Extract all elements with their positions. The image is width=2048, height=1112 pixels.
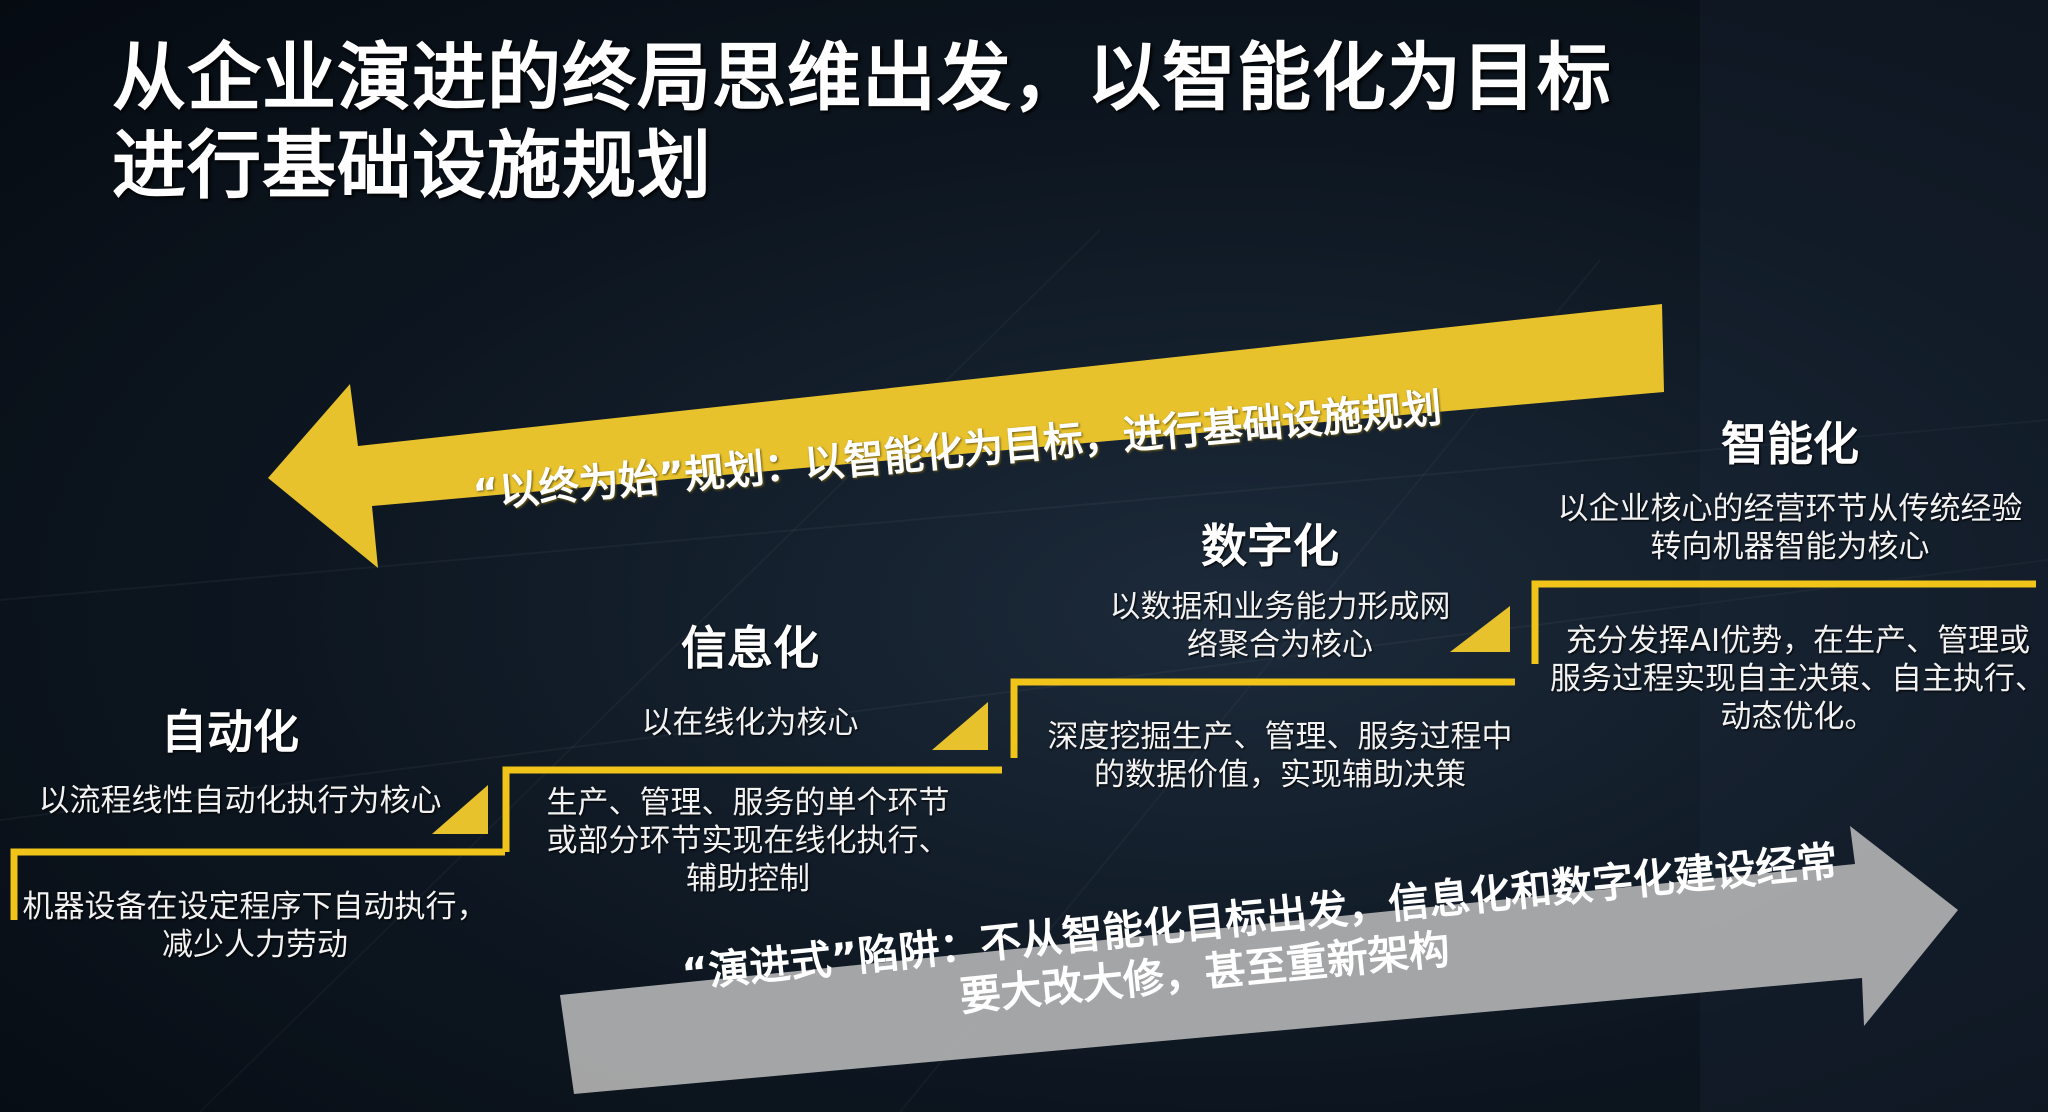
detail-line: 深度挖掘生产、管理、服务过程中	[1047, 719, 1513, 755]
detail-line: 动态优化。	[1720, 699, 1876, 735]
stage-core-intelligentization: 以企业核心的经营环节从传统经验 转向机器智能为核心	[1540, 490, 2040, 566]
stage-name-informatization: 信息化	[681, 621, 819, 675]
detail-line: 辅助控制	[686, 861, 810, 897]
core-line: 转向机器智能为核心	[1650, 529, 1930, 565]
stage-detail-automation: 机器设备在设定程序下自动执行， 减少人力劳动	[20, 888, 490, 964]
stage-core-informatization: 以在线化为核心	[641, 705, 859, 741]
stage-detail-intelligentization: 充分发挥AI优势，在生产、管理或 服务过程实现自主决策、自主执行、 动态优化。	[1548, 622, 2048, 736]
detail-line: 充分发挥AI优势，在生产、管理或	[1565, 623, 2031, 659]
stage-detail-digitalization: 深度挖掘生产、管理、服务过程中 的数据价值，实现辅助决策	[1030, 718, 1530, 794]
stage-core-automation: 以流程线性自动化执行为核心	[38, 783, 442, 819]
detail-line: 的数据价值，实现辅助决策	[1094, 757, 1466, 793]
detail-line: 或部分环节实现在线化执行、	[546, 823, 950, 859]
core-line: 络聚合为核心	[1187, 627, 1373, 663]
step-corner-informatization	[932, 702, 988, 750]
stage-name-digitalization: 数字化	[1201, 519, 1339, 573]
stage-detail-informatization: 生产、管理、服务的单个环节 或部分环节实现在线化执行、 辅助控制	[528, 784, 968, 898]
core-line: 以企业核心的经营环节从传统经验	[1557, 491, 2023, 527]
stage-name-intelligentization: 智能化	[1721, 417, 1859, 471]
core-line: 以数据和业务能力形成网	[1109, 589, 1451, 625]
detail-line: 机器设备在设定程序下自动执行，	[22, 889, 488, 925]
stage-core-digitalization: 以数据和业务能力形成网 络聚合为核心	[1060, 588, 1500, 664]
detail-line: 服务过程实现自主决策、自主执行、	[1550, 661, 2046, 697]
detail-line: 生产、管理、服务的单个环节	[546, 785, 950, 821]
detail-line: 减少人力劳动	[162, 927, 348, 963]
stage-name-automation: 自动化	[161, 705, 299, 759]
